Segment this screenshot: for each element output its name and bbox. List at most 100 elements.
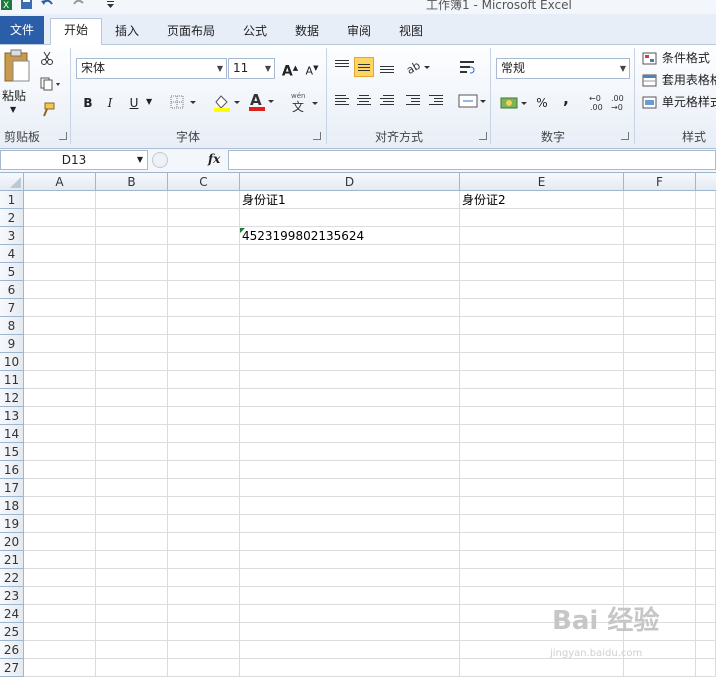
row-header[interactable]: 1 xyxy=(0,191,24,209)
number-launcher-icon[interactable] xyxy=(621,132,629,140)
grid-cell[interactable] xyxy=(460,479,624,497)
decrease-indent-icon[interactable] xyxy=(403,91,423,111)
paste-button[interactable]: 粘贴 xyxy=(2,87,26,104)
column-header[interactable]: B xyxy=(96,173,168,191)
underline-button[interactable]: U xyxy=(124,93,144,113)
grid-cell[interactable] xyxy=(696,443,716,461)
column-header[interactable] xyxy=(696,173,716,191)
row-header[interactable]: 23 xyxy=(0,587,24,605)
grid-cell[interactable] xyxy=(696,389,716,407)
tab-home[interactable]: 开始 xyxy=(50,18,102,46)
row-header[interactable]: 13 xyxy=(0,407,24,425)
grid-cell[interactable] xyxy=(96,515,168,533)
row-header[interactable]: 5 xyxy=(0,263,24,281)
grid-cell[interactable] xyxy=(24,317,96,335)
grid-cell[interactable] xyxy=(96,551,168,569)
formula-bar-collapse-icon[interactable] xyxy=(152,152,168,168)
grid-cell[interactable] xyxy=(240,551,460,569)
grid-cell[interactable] xyxy=(24,335,96,353)
grid-cell[interactable] xyxy=(696,317,716,335)
grid-cell[interactable] xyxy=(460,407,624,425)
grid-cell[interactable] xyxy=(24,191,96,209)
grid-cell[interactable] xyxy=(696,299,716,317)
font-color-icon[interactable]: A xyxy=(248,91,278,116)
paste-icon[interactable] xyxy=(2,49,32,85)
grid-cell[interactable] xyxy=(460,443,624,461)
grid-cell[interactable] xyxy=(168,299,240,317)
grid-cell[interactable] xyxy=(96,461,168,479)
grid-cell[interactable] xyxy=(460,659,624,677)
grid-cell[interactable] xyxy=(168,569,240,587)
column-header[interactable]: D xyxy=(240,173,460,191)
grid-cell[interactable] xyxy=(168,425,240,443)
grid-cell[interactable] xyxy=(96,587,168,605)
align-right-icon[interactable] xyxy=(377,91,397,111)
grid-cell[interactable] xyxy=(460,425,624,443)
orientation-icon[interactable]: ab xyxy=(404,59,432,78)
grid-cell[interactable] xyxy=(24,461,96,479)
row-header[interactable]: 6 xyxy=(0,281,24,299)
column-header[interactable]: C xyxy=(168,173,240,191)
grid-cell[interactable] xyxy=(460,497,624,515)
grid-cell[interactable] xyxy=(460,245,624,263)
grid-cell[interactable] xyxy=(696,461,716,479)
tab-view[interactable]: 视图 xyxy=(388,20,434,44)
row-header[interactable]: 9 xyxy=(0,335,24,353)
grid-cell[interactable] xyxy=(168,623,240,641)
grid-cell[interactable] xyxy=(168,605,240,623)
grid-cell[interactable] xyxy=(96,641,168,659)
underline-dropdown-icon[interactable]: ▼ xyxy=(146,97,152,106)
grid-cell[interactable] xyxy=(696,209,716,227)
row-header[interactable]: 4 xyxy=(0,245,24,263)
grid-cell[interactable] xyxy=(240,515,460,533)
name-box[interactable]: D13 ▼ xyxy=(0,150,148,170)
grid-cell[interactable] xyxy=(460,569,624,587)
grid-cell[interactable] xyxy=(460,263,624,281)
paste-dropdown-icon[interactable]: ▼ xyxy=(10,105,16,114)
grid-cell[interactable] xyxy=(696,353,716,371)
grid-cell[interactable] xyxy=(96,317,168,335)
grow-font-button[interactable]: A▲ xyxy=(280,58,300,80)
grid-cell[interactable] xyxy=(240,479,460,497)
grid-cell[interactable] xyxy=(168,371,240,389)
row-header[interactable]: 25 xyxy=(0,623,24,641)
grid-cell[interactable] xyxy=(168,443,240,461)
increase-indent-icon[interactable] xyxy=(426,91,446,111)
grid-cell[interactable] xyxy=(24,533,96,551)
grid-cell[interactable] xyxy=(24,641,96,659)
grid-cell[interactable] xyxy=(24,227,96,245)
grid-cell[interactable] xyxy=(696,371,716,389)
format-as-table-button[interactable]: 套用表格格 xyxy=(642,71,716,88)
bold-button[interactable]: B xyxy=(78,93,98,113)
row-header[interactable]: 7 xyxy=(0,299,24,317)
grid-cell[interactable] xyxy=(24,659,96,677)
grid-cell[interactable] xyxy=(24,371,96,389)
grid-cell[interactable] xyxy=(96,407,168,425)
grid-cell[interactable] xyxy=(624,281,696,299)
grid-cell[interactable] xyxy=(96,623,168,641)
grid-cell[interactable] xyxy=(240,281,460,299)
grid-cell[interactable] xyxy=(696,191,716,209)
row-header[interactable]: 24 xyxy=(0,605,24,623)
grid-cell[interactable] xyxy=(624,209,696,227)
grid-cell[interactable] xyxy=(96,209,168,227)
grid-cell[interactable] xyxy=(168,659,240,677)
borders-icon[interactable] xyxy=(170,95,198,112)
tab-insert[interactable]: 插入 xyxy=(104,20,150,44)
grid-cell[interactable] xyxy=(624,335,696,353)
grid-cell[interactable] xyxy=(24,263,96,281)
grid-cell[interactable] xyxy=(24,407,96,425)
percent-button[interactable]: % xyxy=(532,93,552,113)
grid-cell[interactable] xyxy=(460,335,624,353)
font-name-select[interactable]: 宋体 ▼ xyxy=(76,58,227,79)
align-left-icon[interactable] xyxy=(332,91,352,111)
italic-button[interactable]: I xyxy=(100,93,120,113)
grid-cell[interactable] xyxy=(240,335,460,353)
grid-cell[interactable] xyxy=(240,659,460,677)
grid-cell[interactable] xyxy=(696,227,716,245)
bottom-align-icon[interactable] xyxy=(377,57,397,77)
grid-cell[interactable] xyxy=(240,371,460,389)
grid-cell[interactable] xyxy=(24,209,96,227)
font-launcher-icon[interactable] xyxy=(313,132,321,140)
grid-cell[interactable] xyxy=(168,263,240,281)
